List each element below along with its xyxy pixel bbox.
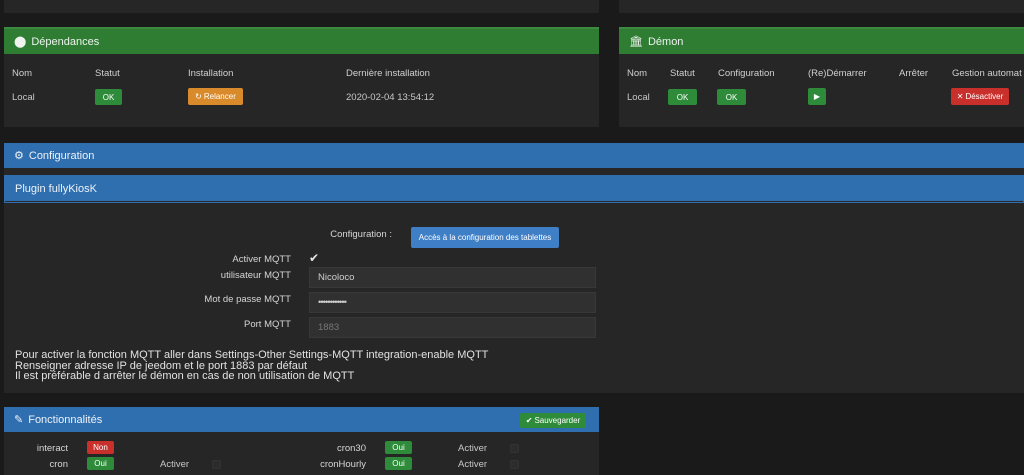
dem-header-redemarrer: (Re)Démarrer bbox=[808, 68, 867, 79]
dep-header-statut: Statut bbox=[95, 68, 120, 79]
play-icon: ▶ bbox=[813, 92, 821, 101]
dependances-title: Dépendances bbox=[31, 35, 100, 48]
feature-cronhourly-checkbox[interactable] bbox=[510, 460, 519, 469]
feature-cronhourly-activer: Activer bbox=[458, 459, 488, 470]
fonctionnalites-header: ✎ Fonctionnalités bbox=[4, 407, 599, 432]
dep-row-nom: Local bbox=[12, 92, 35, 103]
puzzle-icon: ✎ bbox=[14, 414, 24, 426]
dem-config-badge: OK bbox=[717, 89, 746, 105]
feature-interact-label: interact bbox=[36, 443, 68, 454]
fonctionnalites-title: Fonctionnalités bbox=[28, 413, 103, 426]
feature-cronhourly-badge[interactable]: Oui bbox=[385, 457, 412, 470]
gears-icon: ⚙ bbox=[14, 150, 24, 162]
port-input[interactable]: 1883 bbox=[309, 317, 596, 338]
config-label: Configuration : bbox=[330, 229, 392, 240]
password-value: •••••••••••• bbox=[318, 297, 347, 308]
port-placeholder: 1883 bbox=[318, 322, 340, 333]
configuration-title: Configuration bbox=[28, 149, 95, 162]
desactiver-button[interactable]: ✕ Désactiver bbox=[951, 88, 1009, 105]
utilisateur-label: utilisateur MQTT bbox=[220, 270, 291, 281]
refresh-icon: ↻ bbox=[195, 92, 202, 101]
desactiver-label: Désactiver bbox=[965, 92, 1004, 101]
feature-cron30-label: cron30 bbox=[336, 443, 366, 454]
plugin-title: Plugin fullyKiosK bbox=[15, 182, 97, 195]
close-icon: ✕ bbox=[956, 92, 964, 101]
dem-row-nom: Local bbox=[627, 92, 650, 103]
demon-header: 🏛 Démon bbox=[619, 27, 1024, 54]
dem-header-arreter: Arrêter bbox=[899, 68, 929, 79]
info-line-3: Il est préférable d arrêter le démon en … bbox=[15, 370, 355, 382]
dem-header-statut: Statut bbox=[670, 68, 695, 79]
port-label: Port MQTT bbox=[244, 319, 291, 330]
password-input[interactable]: •••••••••••• bbox=[309, 292, 596, 313]
check-circle-icon: ✔ bbox=[525, 416, 533, 425]
feature-cron30-checkbox[interactable] bbox=[510, 444, 519, 453]
sauvegarder-button[interactable]: ✔ Sauvegarder bbox=[520, 413, 586, 428]
dem-header-nom: Nom bbox=[627, 68, 648, 79]
relancer-label: Relancer bbox=[203, 92, 236, 101]
utilisateur-input[interactable]: Nicoloco bbox=[309, 267, 596, 288]
dep-row-derniere: 2020-02-04 13:54:12 bbox=[346, 92, 435, 103]
feature-cron-activer: Activer bbox=[160, 459, 190, 470]
dem-status-badge: OK bbox=[668, 89, 697, 105]
dem-config-label: OK bbox=[725, 92, 738, 102]
feature-cron30-value: Oui bbox=[392, 443, 405, 452]
feature-cron-checkbox[interactable] bbox=[212, 460, 221, 469]
password-label: Mot de passe MQTT bbox=[204, 294, 291, 305]
feature-cronhourly-value: Oui bbox=[392, 459, 405, 468]
plugin-header: Plugin fullyKiosK bbox=[5, 176, 1023, 201]
feature-interact-value: Non bbox=[93, 443, 108, 452]
feature-cron30-activer: Activer bbox=[458, 443, 488, 454]
configuration-header: ⚙ Configuration bbox=[4, 143, 1024, 168]
checkmark-icon[interactable]: ✔ bbox=[309, 251, 319, 265]
dep-header-nom: Nom bbox=[12, 68, 33, 79]
feature-cron30-badge[interactable]: Oui bbox=[385, 441, 412, 454]
feature-interact-badge[interactable]: Non bbox=[87, 441, 114, 454]
top-right-panel-stub bbox=[619, 0, 1024, 13]
dem-status-label: OK bbox=[676, 92, 689, 102]
info-line-1: Pour activer la fonction MQTT aller dans… bbox=[15, 349, 489, 361]
feature-cron-badge[interactable]: Oui bbox=[87, 457, 114, 470]
relancer-button[interactable]: ↻ Relancer bbox=[188, 88, 243, 105]
demon-title: Démon bbox=[647, 35, 684, 48]
acces-config-button[interactable]: Accès à la configuration des tablettes bbox=[411, 227, 559, 248]
activer-mqtt-label: Activer MQTT bbox=[232, 254, 291, 265]
top-left-panel-stub bbox=[4, 0, 599, 13]
info-text: Pour activer la fonction MQTT aller dans… bbox=[15, 350, 615, 382]
acces-config-label: Accès à la configuration des tablettes bbox=[418, 233, 552, 242]
dependances-header: ⬤ Dépendances bbox=[4, 27, 599, 54]
restart-button[interactable]: ▶ bbox=[808, 88, 826, 105]
feature-cron-label: cron bbox=[49, 459, 68, 470]
sauvegarder-label: Sauvegarder bbox=[534, 416, 581, 425]
feature-cronhourly-label: cronHourly bbox=[320, 459, 366, 470]
dep-header-installation: Installation bbox=[188, 68, 234, 79]
dep-status-badge: OK bbox=[95, 89, 122, 105]
dep-status-label: OK bbox=[102, 92, 115, 102]
feature-cron-value: Oui bbox=[94, 459, 107, 468]
dem-header-gestion: Gestion automat bbox=[952, 68, 1022, 79]
utilisateur-value: Nicoloco bbox=[318, 272, 355, 283]
dep-header-derniere: Dernière installation bbox=[346, 68, 430, 79]
dem-header-configuration: Configuration bbox=[718, 68, 775, 79]
bank-icon: 🏛 bbox=[629, 36, 643, 48]
circle-icon: ⬤ bbox=[14, 36, 27, 48]
